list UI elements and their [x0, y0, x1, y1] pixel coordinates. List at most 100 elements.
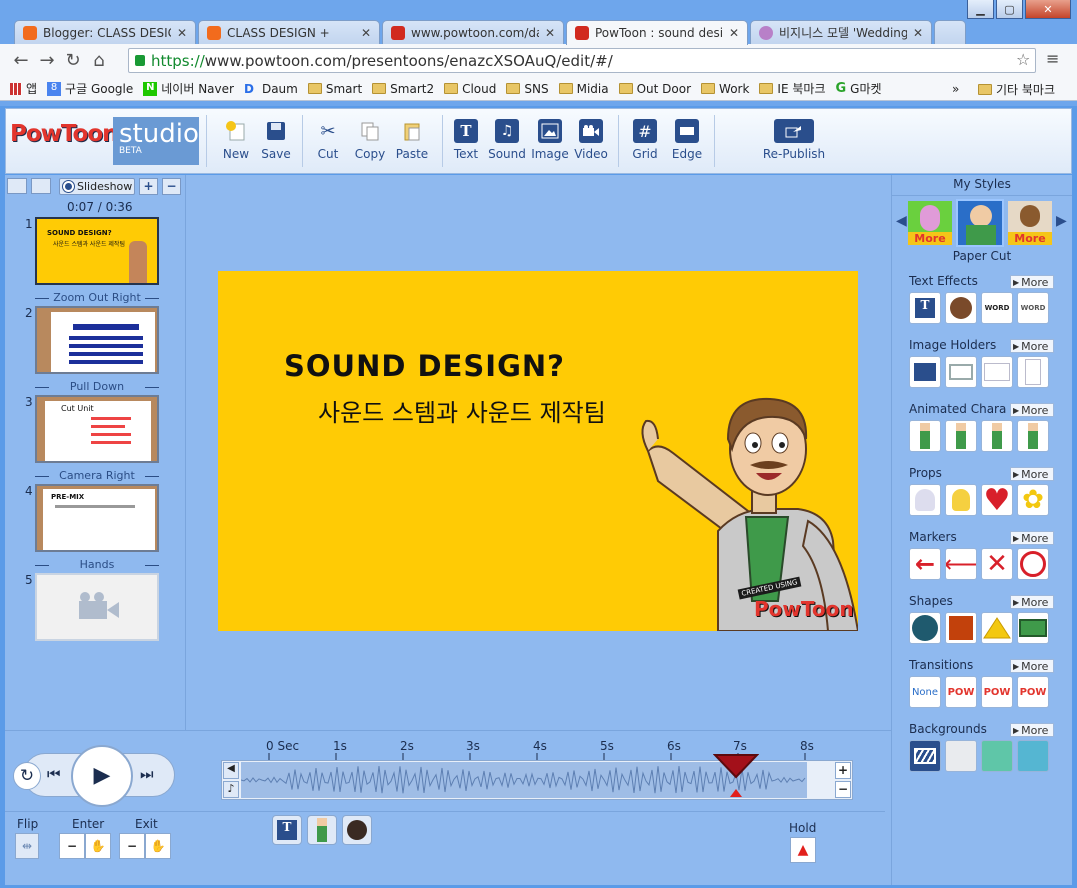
hand-layer-button[interactable]	[342, 815, 372, 845]
grid-button[interactable]: # Grid	[623, 119, 667, 161]
bookmark-folder[interactable]: Out Door	[618, 82, 691, 96]
maximize-button[interactable]: ▢	[996, 0, 1023, 19]
character-tile[interactable]	[945, 420, 977, 452]
transition-label[interactable]: Camera Right	[35, 469, 159, 482]
transition-none-tile[interactable]: None	[909, 676, 941, 708]
back-arrow-icon[interactable]: ←	[8, 50, 34, 71]
slide-canvas[interactable]: SOUND DESIGN? 사운드 스템과 사운드 제작팀 CREATED US…	[218, 271, 858, 631]
exit-hand-icon[interactable]: ✋	[145, 833, 171, 859]
bookmark-folder[interactable]: Work	[701, 82, 749, 96]
character-layer-button[interactable]	[307, 815, 337, 845]
text-effect-tile[interactable]: WORD	[1017, 292, 1049, 324]
bookmark-other[interactable]: 기타 북마크	[978, 81, 1055, 98]
slide-thumbnail-1[interactable]: SOUND DESIGN? 사운드 스템과 사운드 제작팀	[35, 217, 159, 285]
forward-arrow-icon[interactable]: →	[34, 50, 60, 71]
zoom-in-button[interactable]: +	[835, 762, 851, 779]
browser-tab[interactable]: Blogger: CLASS DESIGN ✕	[14, 20, 196, 44]
character-tile[interactable]	[909, 420, 941, 452]
step-forward-icon[interactable]: ⏭	[140, 765, 154, 783]
bookmark-folder[interactable]: Cloud	[444, 82, 496, 96]
image-holder-tile[interactable]	[945, 356, 977, 388]
prop-tile[interactable]	[945, 484, 977, 516]
bookmark-apps[interactable]: 앱	[10, 80, 37, 97]
edge-button[interactable]: Edge	[665, 119, 709, 161]
minimize-button[interactable]: ▁	[967, 0, 994, 19]
chevron-right-icon[interactable]: ▶	[1056, 213, 1067, 229]
transition-label[interactable]: Zoom Out Right	[35, 291, 159, 304]
slide-thumbnail-3[interactable]: Cut Unit	[35, 395, 159, 463]
exit-none-button[interactable]: −	[119, 833, 145, 859]
more-button[interactable]: ▶ More	[1010, 403, 1054, 417]
bookmarks-overflow-button[interactable]: »	[952, 82, 959, 96]
enter-none-button[interactable]: −	[59, 833, 85, 859]
menu-icon[interactable]: ≡	[1046, 49, 1059, 68]
browser-tab[interactable]: CLASS DESIGN + ✕	[198, 20, 380, 44]
star-icon[interactable]: ☆	[1016, 50, 1030, 69]
character-tile[interactable]	[1017, 420, 1049, 452]
text-effect-tile[interactable]: T	[909, 292, 941, 324]
bookmark-folder[interactable]: Smart	[307, 82, 362, 96]
style-thumb-selected[interactable]	[956, 199, 1004, 247]
close-tab-icon[interactable]: ✕	[177, 26, 187, 40]
bookmark-naver[interactable]: N 네이버 Naver	[143, 80, 234, 97]
more-button[interactable]: ▶ More	[1010, 531, 1054, 545]
bookmark-google[interactable]: 8 구글 Google	[47, 80, 133, 97]
chevron-left-icon[interactable]: ◀	[896, 213, 907, 229]
close-tab-icon[interactable]: ✕	[545, 26, 555, 40]
hold-triangle-icon[interactable]: ▲	[790, 837, 816, 863]
text-button[interactable]: T Text	[444, 119, 488, 161]
image-holder-tile[interactable]	[909, 356, 941, 388]
bookmark-folder[interactable]: SNS	[506, 82, 549, 96]
copy-button[interactable]: Copy	[348, 119, 392, 161]
heart-icon[interactable]: ♥	[981, 484, 1013, 516]
slide-title[interactable]: SOUND DESIGN?	[284, 349, 565, 383]
url-input[interactable]: https://www.powtoon.com/presentoons/enaz…	[128, 48, 1036, 73]
view-mode-button[interactable]	[31, 178, 51, 194]
music-note-icon[interactable]: ♪	[223, 781, 239, 798]
background-tile[interactable]	[909, 740, 941, 772]
close-tab-icon[interactable]: ✕	[361, 26, 371, 40]
transition-pow-tile[interactable]: POW	[981, 676, 1013, 708]
transition-pow-tile[interactable]: POW	[1017, 676, 1049, 708]
style-thumb[interactable]: More	[908, 201, 952, 245]
bookmark-folder[interactable]: IE 북마크	[759, 80, 825, 97]
step-back-icon[interactable]: ⏮	[47, 765, 61, 783]
square-shape-icon[interactable]	[945, 612, 977, 644]
slide-thumbnail-5[interactable]	[35, 573, 159, 641]
speaker-icon[interactable]: ◀	[223, 762, 239, 779]
browser-tab[interactable]: 비지니스 모델 'Wedding ✕	[750, 20, 932, 44]
close-tab-icon[interactable]: ✕	[913, 26, 923, 40]
more-button[interactable]: ▶ More	[1010, 723, 1054, 737]
slideshow-toggle[interactable]: Slideshow	[59, 178, 135, 195]
bookmark-daum[interactable]: D Daum	[244, 82, 298, 96]
browser-tab[interactable]: www.powtoon.com/das ✕	[382, 20, 564, 44]
transition-label[interactable]: Pull Down	[35, 380, 159, 393]
bookmark-folder[interactable]: Midia	[558, 82, 609, 96]
bookmark-gmarket[interactable]: G G마켓	[835, 80, 881, 97]
text-effect-tile[interactable]: WORD	[981, 292, 1013, 324]
style-thumb[interactable]: More	[1008, 201, 1052, 245]
slide-subtitle[interactable]: 사운드 스템과 사운드 제작팀	[318, 393, 606, 428]
rectangle-shape-icon[interactable]	[1017, 612, 1049, 644]
character-tile[interactable]	[981, 420, 1013, 452]
zoom-out-button[interactable]: −	[835, 781, 851, 798]
more-button[interactable]: ▶ More	[1010, 659, 1054, 673]
more-button[interactable]: ▶ More	[1010, 339, 1054, 353]
triangle-shape-icon[interactable]	[981, 612, 1013, 644]
line-arrow-marker-icon[interactable]: ⟵	[945, 548, 977, 580]
circle-shape-icon[interactable]	[909, 612, 941, 644]
background-tile[interactable]	[1017, 740, 1049, 772]
image-holder-tile[interactable]	[981, 356, 1013, 388]
play-button[interactable]: ▶	[71, 745, 133, 807]
slide-thumbnail-2[interactable]	[35, 306, 159, 374]
bookmark-folder[interactable]: Smart2	[372, 82, 434, 96]
image-holder-tile[interactable]	[1017, 356, 1049, 388]
transition-label[interactable]: Hands	[35, 558, 159, 571]
close-tab-icon[interactable]: ✕	[729, 26, 739, 40]
view-mode-button[interactable]	[7, 178, 27, 194]
republish-button[interactable]: Re-Publish	[758, 119, 830, 161]
flower-icon[interactable]: ✿	[1017, 484, 1049, 516]
circle-marker-icon[interactable]	[1017, 548, 1049, 580]
background-tile[interactable]	[981, 740, 1013, 772]
replay-icon[interactable]: ↻	[13, 762, 41, 790]
